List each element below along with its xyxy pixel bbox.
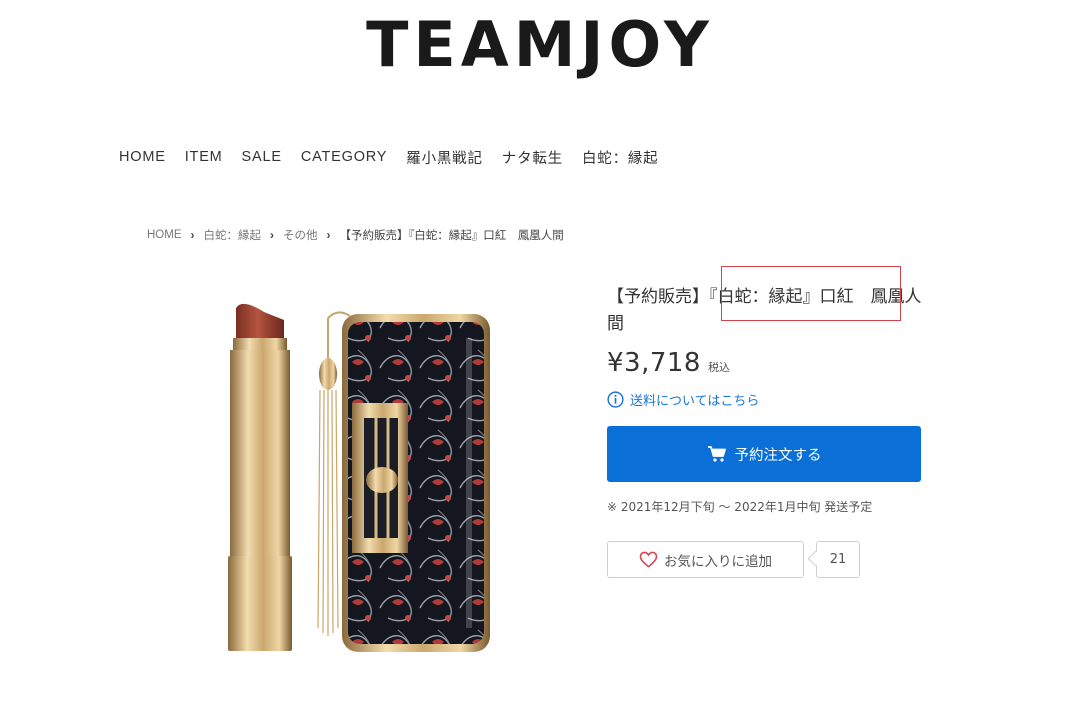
heart-icon bbox=[639, 551, 658, 568]
product-price: ¥3,718 bbox=[607, 348, 701, 378]
price-row: ¥3,718 税込 bbox=[607, 348, 730, 380]
nav-item-category[interactable]: CATEGORY bbox=[301, 149, 387, 165]
product-image[interactable] bbox=[218, 268, 516, 686]
breadcrumb-current: 【予約販売】『白蛇：縁起』口紅 鳳凰人間 bbox=[339, 230, 564, 242]
info-icon bbox=[607, 390, 624, 408]
breadcrumb: HOME › 白蛇：縁起 › その他 › 【予約販売】『白蛇：縁起』口紅 鳳凰人… bbox=[147, 227, 564, 243]
add-favorite-label: お気に入りに追加 bbox=[664, 553, 772, 570]
chevron-right-icon: › bbox=[270, 228, 274, 242]
nav-item-luoxiaohei[interactable]: 羅小黒戦記 bbox=[406, 147, 483, 168]
shipping-schedule-note: ※ 2021年12月下旬 〜 2022年1月中旬 発送予定 bbox=[607, 500, 873, 514]
favorite-count: 21 bbox=[816, 541, 860, 578]
tax-label: 税込 bbox=[707, 361, 730, 374]
breadcrumb-other[interactable]: その他 bbox=[283, 227, 318, 243]
breadcrumb-home[interactable]: HOME bbox=[147, 229, 182, 241]
shipping-link-label: 送料についてはこちら bbox=[630, 393, 760, 409]
favorite-count-badge: 21 bbox=[807, 541, 860, 578]
nav-item-home[interactable]: HOME bbox=[119, 149, 166, 165]
title-highlight-box bbox=[721, 266, 901, 321]
site-logo[interactable]: TEAMJOY bbox=[0, 10, 1080, 80]
shipping-info-link[interactable]: 送料についてはこちら bbox=[607, 390, 760, 409]
chevron-right-icon: › bbox=[326, 228, 331, 242]
add-favorite-button[interactable]: お気に入りに追加 bbox=[607, 541, 804, 578]
cart-icon bbox=[707, 446, 726, 462]
breadcrumb-white-snake[interactable]: 白蛇：縁起 bbox=[204, 227, 262, 243]
nav-item-nezha[interactable]: ナタ転生 bbox=[502, 147, 563, 168]
nav-item-item[interactable]: ITEM bbox=[185, 149, 223, 165]
main-nav: HOME ITEM SALE CATEGORY 羅小黒戦記 ナタ転生 白蛇：縁起 bbox=[119, 146, 677, 168]
preorder-button[interactable]: 予約注文する bbox=[607, 426, 921, 482]
nav-item-sale[interactable]: SALE bbox=[242, 149, 282, 165]
chevron-right-icon: › bbox=[190, 228, 195, 242]
nav-item-white-snake[interactable]: 白蛇：縁起 bbox=[582, 147, 659, 168]
preorder-button-label: 予約注文する bbox=[734, 447, 822, 464]
